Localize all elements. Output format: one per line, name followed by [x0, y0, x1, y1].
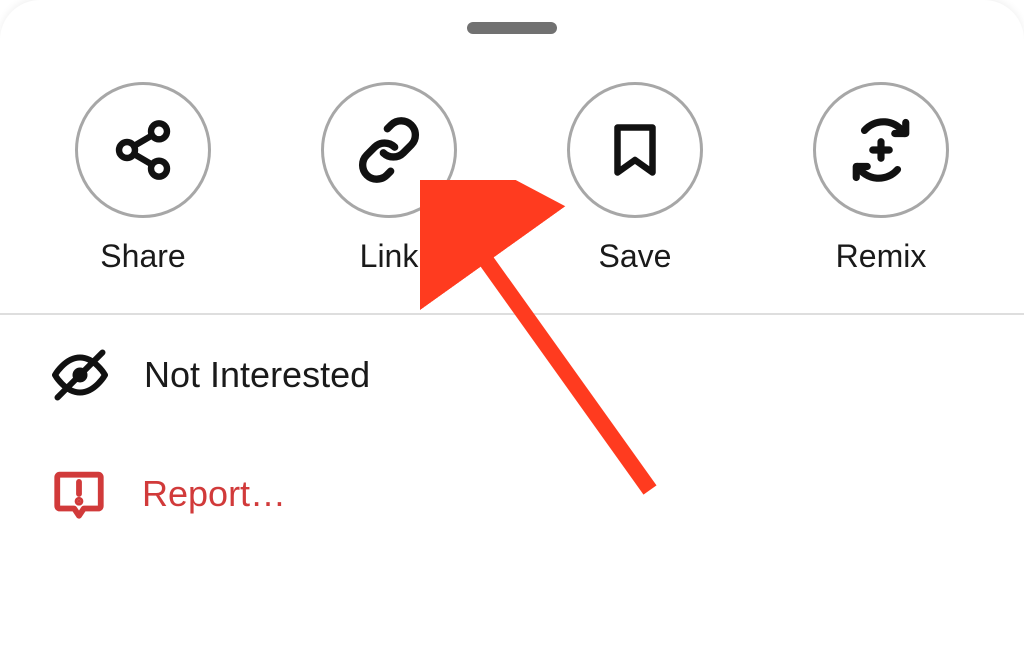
report-label: Report…: [142, 473, 286, 515]
link-button[interactable]: Link: [304, 82, 474, 275]
not-interested-label: Not Interested: [144, 354, 370, 396]
bookmark-icon: [605, 120, 665, 180]
share-icon: [111, 118, 175, 182]
link-label: Link: [360, 238, 419, 275]
eye-off-icon: [50, 345, 110, 405]
share-sheet: Share Link Save: [0, 0, 1024, 667]
link-icon-circle: [321, 82, 457, 218]
remix-button[interactable]: Remix: [796, 82, 966, 275]
not-interested-item[interactable]: Not Interested: [0, 315, 1024, 435]
share-icon-circle: [75, 82, 211, 218]
action-row: Share Link Save: [0, 0, 1024, 313]
sheet-grabber[interactable]: [467, 22, 557, 34]
report-icon: [50, 465, 108, 523]
remix-icon: [848, 117, 914, 183]
save-button[interactable]: Save: [550, 82, 720, 275]
remix-label: Remix: [836, 238, 927, 275]
save-label: Save: [599, 238, 672, 275]
share-label: Share: [100, 238, 185, 275]
save-icon-circle: [567, 82, 703, 218]
report-item[interactable]: Report…: [0, 435, 1024, 553]
share-button[interactable]: Share: [58, 82, 228, 275]
remix-icon-circle: [813, 82, 949, 218]
link-icon: [355, 116, 423, 184]
